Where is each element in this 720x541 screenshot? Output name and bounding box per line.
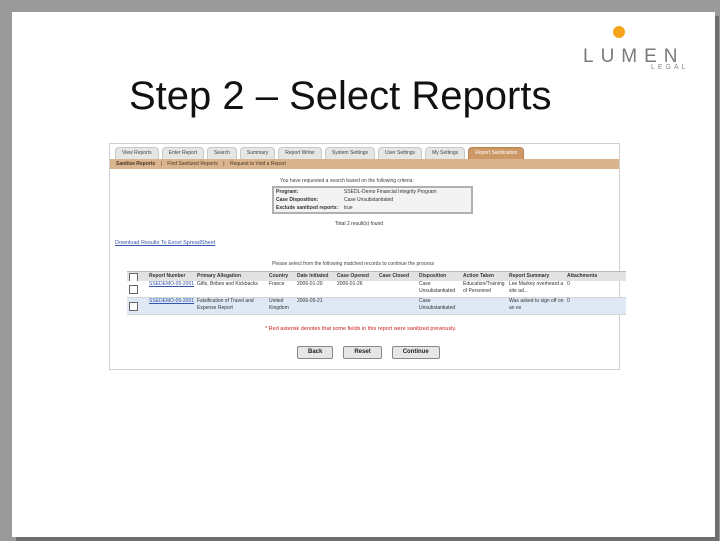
- select-all-checkbox[interactable]: [129, 273, 138, 281]
- cell-disposition: Case Unsubstantiated: [419, 298, 456, 311]
- results-table: Report Number Primary Allegation Country…: [127, 271, 626, 315]
- cell-attachments: 0: [567, 281, 570, 287]
- tab-my-settings[interactable]: My Settings: [425, 147, 466, 159]
- cell-report-number: SSEDEMO-05-2001: [147, 281, 195, 297]
- report-number-link[interactable]: SSEDEMO-05-2001: [149, 298, 194, 304]
- cell-country: United Kingdom: [269, 298, 289, 311]
- cell-allegation: Falsification of Travel and Expense Repo…: [197, 298, 254, 311]
- subnav-separator: |: [223, 161, 225, 167]
- subnav-request-void[interactable]: Request to Void a Report: [230, 161, 286, 167]
- tab-enter-report[interactable]: Enter Report: [161, 147, 205, 159]
- lumen-logo: LUMEN LEGAL: [573, 26, 701, 74]
- cell-summary: Lee Markey overheard a site ad...: [509, 281, 564, 294]
- download-excel-link[interactable]: Download Results To Excel SpreadSheet: [115, 240, 215, 246]
- col-report-summary[interactable]: Report Summary: [507, 272, 565, 281]
- subnav-find-sanitized[interactable]: Find Sanitized Reports: [167, 161, 218, 167]
- tab-view-reports[interactable]: View Reports: [115, 147, 159, 159]
- col-primary-allegation[interactable]: Primary Allegation: [195, 272, 267, 281]
- criteria-label: Program:: [276, 189, 299, 195]
- table-row[interactable]: SSEDEMO-05-2001 Falsification of Travel …: [127, 298, 626, 315]
- cell-summary: Was asked to sign off on an ex: [509, 298, 564, 311]
- criteria-value: SSEDL-Demo Financial Integrity Program: [344, 189, 437, 195]
- button-row: Back Reset Continue: [297, 346, 440, 359]
- col-disposition[interactable]: Disposition: [417, 272, 461, 281]
- col-all: [127, 272, 147, 281]
- tab-report-sanitization[interactable]: Report Sanitization: [468, 147, 525, 159]
- table-row[interactable]: SSEDEMO-05-2001 Gifts, Bribes and Kickba…: [127, 281, 626, 298]
- criteria-row: Program: SSEDL-Demo Financial Integrity …: [274, 188, 471, 196]
- col-case-opened[interactable]: Case Opened: [335, 272, 377, 281]
- cell-action: [461, 298, 507, 314]
- criteria-heading: You have requested a search based on the…: [280, 178, 414, 184]
- col-case-closed[interactable]: Case Closed: [377, 272, 417, 281]
- row-checkbox[interactable]: [129, 285, 138, 294]
- cell-country: France: [269, 281, 285, 287]
- col-action-taken[interactable]: Action Taken: [461, 272, 507, 281]
- report-number-link[interactable]: SSEDEMO-05-2001: [149, 281, 194, 287]
- cell-closed: [377, 298, 417, 314]
- sub-navigation: Sanitize Reports | Find Sanitized Report…: [110, 159, 619, 169]
- cell-initiated: 2006-01-20: [297, 281, 323, 287]
- criteria-label: Exclude sanitized reports:: [276, 205, 339, 211]
- criteria-label: Case Disposition:: [276, 197, 319, 203]
- cell-opened: [335, 298, 377, 314]
- logo-sub: LEGAL: [651, 64, 689, 71]
- cell-closed: [377, 281, 417, 297]
- tab-user-settings[interactable]: User Settings: [378, 147, 423, 159]
- subnav-separator: |: [160, 161, 162, 167]
- grid-heading: Please select from the following matched…: [272, 261, 435, 267]
- criteria-value: Case Unsubstantiated: [344, 197, 394, 203]
- row-select: [127, 281, 147, 297]
- back-button[interactable]: Back: [297, 346, 334, 359]
- tab-bar: View Reports Enter Report Search Summary…: [115, 147, 525, 159]
- sanitized-note: * Red asterisk denotes that some fields …: [265, 326, 457, 332]
- slide-title: Step 2 – Select Reports: [129, 74, 552, 118]
- cell-action: Education/Training of Personnel: [463, 281, 505, 294]
- cell-report-number: SSEDEMO-05-2001: [147, 298, 195, 314]
- cell-initiated: 2006-05-21: [297, 298, 323, 304]
- criteria-row: Exclude sanitized reports: true: [274, 204, 471, 212]
- table-header: Report Number Primary Allegation Country…: [127, 272, 626, 281]
- col-date-initiated[interactable]: Date Initiated: [295, 272, 335, 281]
- continue-button[interactable]: Continue: [391, 346, 440, 359]
- row-select: [127, 298, 147, 314]
- criteria-box: Program: SSEDL-Demo Financial Integrity …: [272, 186, 473, 214]
- criteria-value: true: [344, 205, 353, 211]
- criteria-row: Case Disposition: Case Unsubstantiated: [274, 196, 471, 204]
- result-count: Total 2 result(s) found: [335, 221, 384, 227]
- tab-search[interactable]: Search: [207, 147, 237, 159]
- cell-attachments: 0: [567, 298, 570, 304]
- tab-system-settings[interactable]: System Settings: [324, 147, 376, 159]
- col-attachments[interactable]: Attachments: [565, 272, 605, 281]
- slide: LUMEN LEGAL Step 2 – Select Reports View…: [12, 12, 715, 537]
- cell-opened: 2006-01-26: [337, 281, 363, 287]
- col-report-number[interactable]: Report Number: [147, 272, 195, 281]
- reset-button[interactable]: Reset: [343, 346, 382, 359]
- col-country[interactable]: Country: [267, 272, 295, 281]
- row-checkbox[interactable]: [129, 302, 138, 311]
- cell-allegation: Gifts, Bribes and Kickbacks: [197, 281, 258, 287]
- subnav-sanitize-reports[interactable]: Sanitize Reports: [116, 161, 155, 167]
- app-screenshot: View Reports Enter Report Search Summary…: [109, 143, 626, 370]
- logo-dot-icon: [613, 26, 625, 38]
- tab-report-writer[interactable]: Report Writer: [278, 147, 322, 159]
- cell-disposition: Case Unsubstantiated: [419, 281, 456, 294]
- tab-summary[interactable]: Summary: [239, 147, 276, 159]
